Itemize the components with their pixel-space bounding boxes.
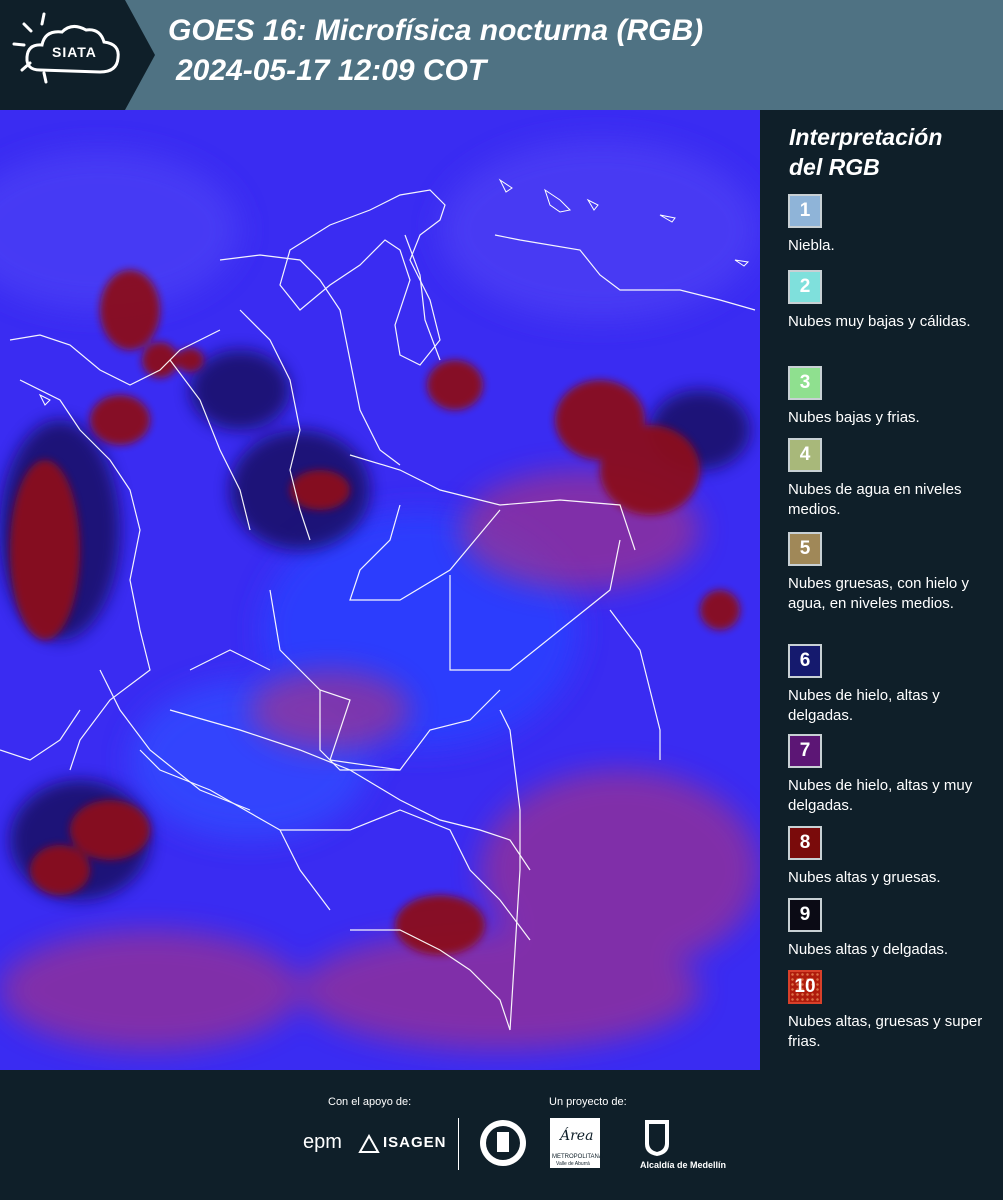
legend-item: 4 Nubes de agua en niveles medios. xyxy=(788,438,998,520)
legend-swatch: 2 xyxy=(788,270,822,304)
legend-item: 7 Nubes de hielo, altas y muy delgadas. xyxy=(788,734,998,816)
project-caption: Un proyecto de: xyxy=(549,1096,627,1108)
legend-label: Nubes gruesas, con hielo y agua, en nive… xyxy=(788,575,969,612)
metro-name: METROPOLITANA xyxy=(552,1154,603,1160)
legend-label: Nubes de hielo, altas y delgadas. xyxy=(788,687,940,724)
legend-label: Nubes muy bajas y cálidas. xyxy=(788,313,971,330)
legend-item: 1 Niebla. xyxy=(788,194,998,256)
metro-subname: Valle de Aburrá xyxy=(556,1161,590,1167)
metro-script: Área xyxy=(560,1128,594,1144)
legend-item: 10 Nubes altas, gruesas y super frias. xyxy=(788,970,998,1052)
isagen-icon xyxy=(358,1134,380,1153)
legend-title-line2: del RGB xyxy=(789,154,880,180)
legend-label: Nubes altas y gruesas. xyxy=(788,869,941,886)
medellin-shield-icon xyxy=(645,1120,669,1156)
page-title: GOES 16: Microfísica nocturna (RGB) xyxy=(168,14,704,47)
legend-swatch: 9 xyxy=(788,898,822,932)
legend-item: 8 Nubes altas y gruesas. xyxy=(788,826,998,888)
legend-item: 3 Nubes bajas y frias. xyxy=(788,366,998,428)
header-bar: SIATA GOES 16: Microfísica nocturna (RGB… xyxy=(0,0,1003,110)
satellite-map[interactable] xyxy=(0,110,760,1070)
satellite-image xyxy=(0,110,760,1070)
isagen-logo[interactable]: ISAGEN xyxy=(383,1134,447,1151)
legend-label: Nubes altas y delgadas. xyxy=(788,941,949,958)
legend-swatch: 7 xyxy=(788,734,822,768)
seal-icon[interactable] xyxy=(478,1118,528,1168)
legend-swatch: 3 xyxy=(788,366,822,400)
medellin-logo[interactable]: Alcaldía de Medellín xyxy=(640,1160,726,1170)
legend-swatch: 10 xyxy=(788,970,822,1004)
legend-swatch: 4 xyxy=(788,438,822,472)
legend-item: 5 Nubes gruesas, con hielo y agua, en ni… xyxy=(788,532,998,614)
logo-text: SIATA xyxy=(52,44,97,60)
page-timestamp: 2024-05-17 12:09 COT xyxy=(176,54,487,87)
support-caption: Con el apoyo de: xyxy=(328,1096,412,1108)
legend-label: Nubes bajas y frias. xyxy=(788,409,920,426)
legend-panel: Interpretación del RGB 1 Niebla. 2 Nubes… xyxy=(760,110,1003,1070)
legend-swatch: 6 xyxy=(788,644,822,678)
siata-logo[interactable]: SIATA xyxy=(0,0,160,110)
legend-item: 2 Nubes muy bajas y cálidas. xyxy=(788,270,998,332)
epm-logo[interactable]: epm xyxy=(303,1131,342,1154)
legend-swatch: 5 xyxy=(788,532,822,566)
footer: Con el apoyo de: Un proyecto de: epm ISA… xyxy=(0,1070,1003,1200)
legend-title-line1: Interpretación xyxy=(789,124,943,150)
legend-label: Niebla. xyxy=(788,237,835,254)
legend-label: Nubes altas, gruesas y super frias. xyxy=(788,1013,983,1050)
legend-label: Nubes de agua en niveles medios. xyxy=(788,481,962,518)
legend-item: 9 Nubes altas y delgadas. xyxy=(788,898,998,960)
legend-label: Nubes de hielo, altas y muy delgadas. xyxy=(788,777,973,814)
legend-swatch: 1 xyxy=(788,194,822,228)
footer-divider xyxy=(458,1118,459,1170)
legend-swatch: 8 xyxy=(788,826,822,860)
legend-title: Interpretación del RGB xyxy=(789,122,989,182)
legend-item: 6 Nubes de hielo, altas y delgadas. xyxy=(788,644,998,726)
